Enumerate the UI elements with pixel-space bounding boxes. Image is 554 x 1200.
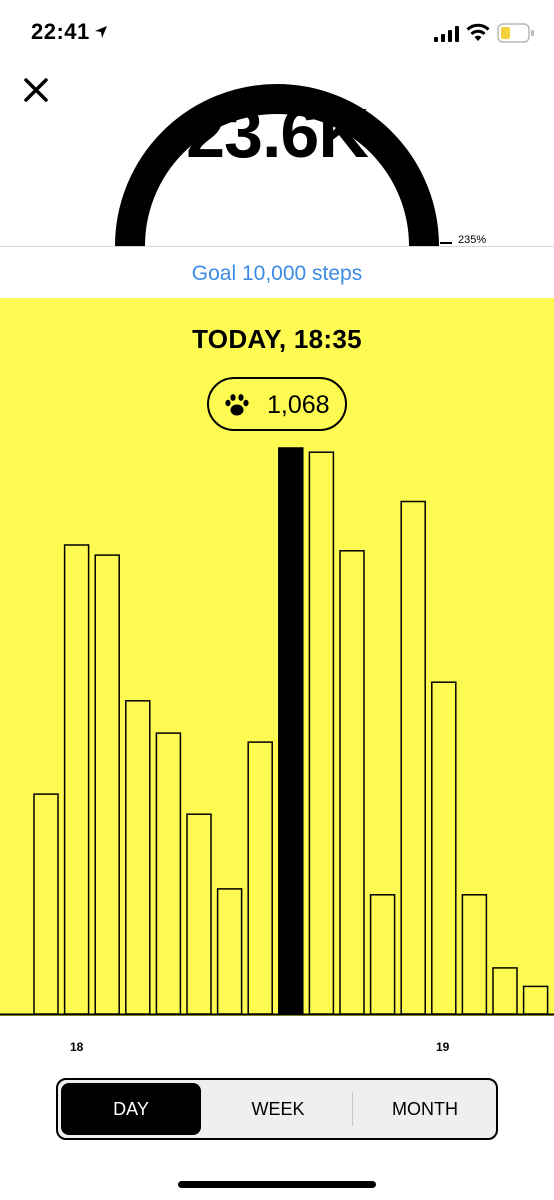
goal-percent: 235% <box>458 234 487 246</box>
paw-icon <box>225 394 249 416</box>
chart-panel: TODAY, 18:35 1,068 <box>0 298 554 1016</box>
chart-bar[interactable] <box>308 451 335 1015</box>
chart-bar[interactable] <box>522 985 549 1015</box>
tab-day[interactable]: DAY <box>61 1083 201 1135</box>
chart-bar[interactable] <box>492 967 518 1015</box>
chart-bar[interactable] <box>400 500 426 1015</box>
status-time: 22:41 <box>31 19 90 44</box>
x-axis-label-18: 18 <box>70 1040 84 1054</box>
tab-divider <box>352 1092 353 1126</box>
chart-bar[interactable] <box>155 732 182 1015</box>
chart-bar[interactable] <box>431 681 457 1015</box>
chart-bar[interactable] <box>461 894 488 1015</box>
chart-bar[interactable] <box>247 741 273 1015</box>
battery-icon <box>497 23 534 43</box>
goal-row: Goal 10,000 steps <box>0 246 554 299</box>
chart-bar[interactable] <box>339 550 365 1015</box>
chart-bar[interactable] <box>186 813 212 1015</box>
x-axis-label-19: 19 <box>436 1040 450 1054</box>
chart-heading: TODAY, 18:35 <box>192 324 362 354</box>
chart-bar[interactable] <box>33 793 59 1015</box>
goal-label: Goal <box>191 262 237 285</box>
chart-bar[interactable] <box>125 700 151 1015</box>
range-selector: DAY WEEK MONTH <box>56 1078 498 1140</box>
chart-bar-selected[interactable] <box>278 447 304 1015</box>
tab-month[interactable]: MONTH <box>354 1083 496 1135</box>
goal-value: 10,000 steps <box>241 262 363 285</box>
location-arrow-icon <box>95 26 107 38</box>
chart-bar[interactable] <box>369 894 396 1015</box>
home-indicator <box>178 1181 376 1188</box>
tab-week[interactable]: WEEK <box>206 1083 350 1135</box>
status-bar: 22:41 <box>0 0 554 64</box>
selected-value-pill: 1,068 <box>207 377 347 431</box>
signal-icon <box>434 26 459 42</box>
selected-value: 1,068 <box>267 391 330 419</box>
step-total: 23.6K <box>186 94 369 172</box>
chart-bar[interactable] <box>216 888 243 1015</box>
chart-bar[interactable] <box>63 544 90 1015</box>
chart-bar[interactable] <box>94 554 120 1015</box>
wifi-icon <box>466 23 490 41</box>
